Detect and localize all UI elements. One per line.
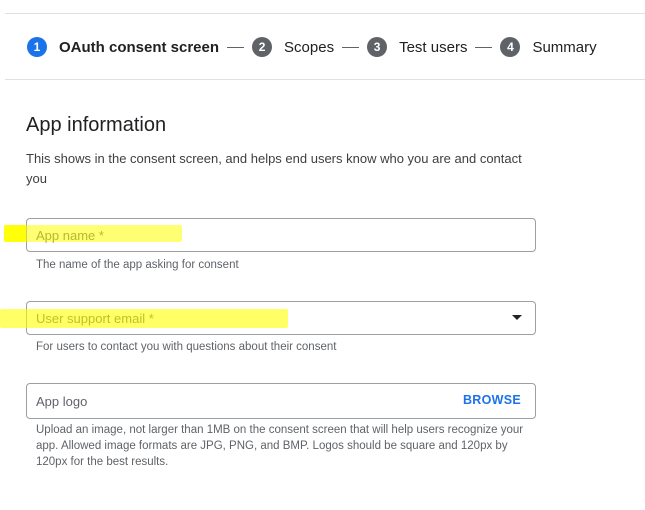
step-label: Test users <box>399 38 468 56</box>
support-email-select[interactable]: User support email * <box>26 301 536 335</box>
step-number-badge: 3 <box>367 37 388 57</box>
app-name-input[interactable] <box>27 219 535 251</box>
section-description: This shows in the consent screen, and he… <box>26 151 522 186</box>
step-separator <box>227 46 245 48</box>
step-number-badge: 4 <box>500 37 521 57</box>
top-divider <box>5 13 645 14</box>
app-logo-helper: Upload an image, not larger than 1MB on … <box>36 424 524 468</box>
step-label: OAuth consent screen <box>59 38 220 56</box>
app-name-helper: The name of the app asking for consent <box>36 259 239 271</box>
setup-stepper: 1 OAuth consent screen 2 Scopes 3 Test u… <box>27 36 597 58</box>
app-name-field[interactable] <box>26 218 536 252</box>
step-number-badge: 1 <box>27 37 47 57</box>
app-logo-field[interactable]: App logo BROWSE <box>26 383 536 419</box>
support-email-helper: For users to contact you with questions … <box>36 341 337 353</box>
support-email-label: User support email * <box>36 311 154 326</box>
step-label: Scopes <box>284 38 335 56</box>
stepper-divider <box>5 79 645 80</box>
browse-button[interactable]: BROWSE <box>463 393 521 407</box>
section-title: App information <box>26 114 167 136</box>
step-separator <box>475 46 493 48</box>
dropdown-arrow-icon[interactable] <box>512 315 522 320</box>
step-number-badge: 2 <box>252 37 273 57</box>
app-logo-label: App logo <box>36 394 88 409</box>
step-test-users[interactable]: 3 Test users <box>367 37 467 57</box>
step-summary[interactable]: 4 Summary <box>500 37 597 57</box>
step-label: Summary <box>532 38 597 56</box>
step-separator <box>342 46 360 48</box>
step-scopes[interactable]: 2 Scopes <box>252 37 334 57</box>
step-oauth-consent-screen[interactable]: 1 OAuth consent screen <box>27 37 219 57</box>
